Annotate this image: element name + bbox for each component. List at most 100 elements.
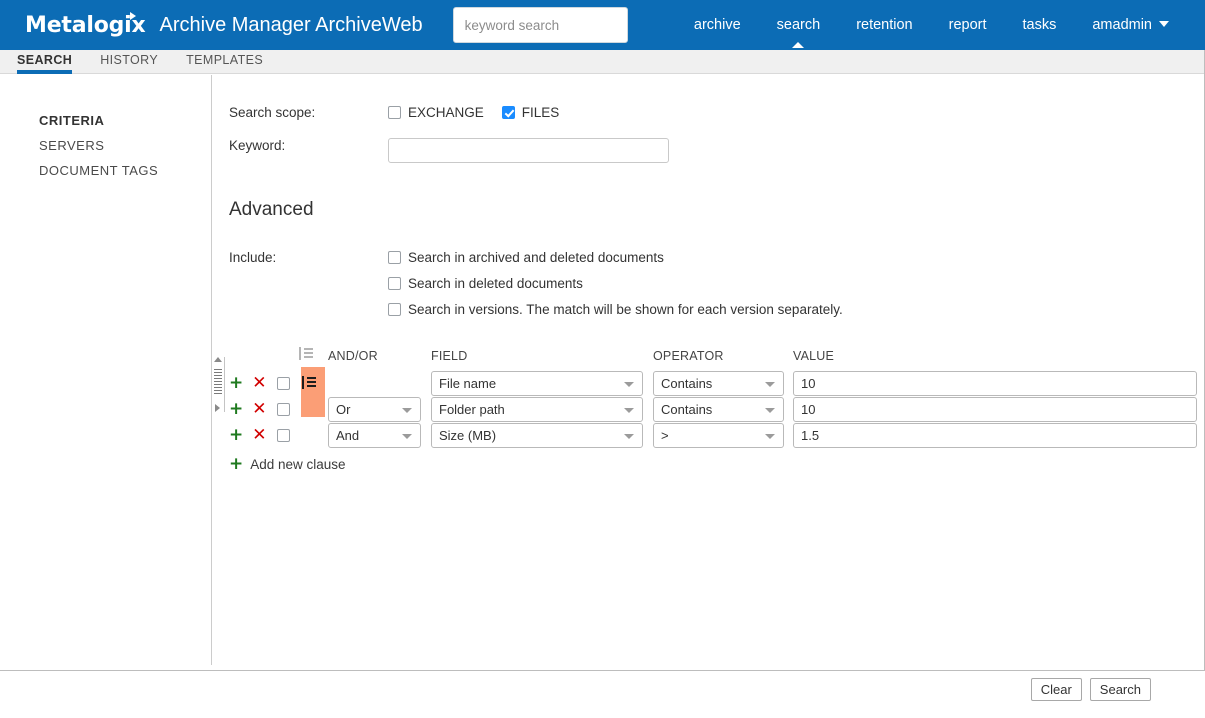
nav-item-tasks[interactable]: tasks: [1005, 0, 1075, 50]
operator-select-wrapper[interactable]: >: [653, 423, 784, 448]
checkbox-versions[interactable]: [388, 303, 401, 316]
row-select-cell: [277, 371, 299, 397]
operator-select[interactable]: Contains: [653, 371, 784, 396]
splitter-grip-icon[interactable]: [214, 369, 222, 395]
tab-search[interactable]: SEARCH: [0, 50, 86, 74]
user-menu-label: amadmin: [1092, 17, 1152, 33]
sidebar-item-document-tags[interactable]: DOCUMENT TAGS: [0, 158, 211, 183]
brand-logo-text: Metalogix: [25, 12, 146, 38]
collapse-up-icon[interactable]: [214, 357, 222, 362]
nav-item-retention[interactable]: retention: [838, 0, 930, 50]
nav-item-search[interactable]: search: [759, 0, 839, 50]
nav-item-archive[interactable]: archive: [676, 0, 759, 50]
row-operator-cell: Contains: [653, 371, 793, 397]
row-actions: + ✕: [229, 423, 277, 449]
table-row: + ✕ And Size (MB) > 1.5: [229, 423, 1197, 449]
footer-buttons: Clear Search: [1030, 678, 1151, 701]
row-value-cell: [793, 397, 1197, 423]
include-row: Include: Search in archived and deleted …: [212, 250, 1205, 317]
andor-select-wrapper[interactable]: Or: [328, 397, 421, 422]
field-select-wrapper[interactable]: Size (MB): [431, 423, 643, 448]
checkbox-archived-deleted-label: Search in archived and deleted documents: [408, 250, 664, 265]
clear-button[interactable]: Clear: [1030, 678, 1082, 701]
header-actions: [229, 347, 277, 371]
brand-logo[interactable]: Metalogix: [25, 11, 146, 38]
tab-history[interactable]: HISTORY: [86, 50, 172, 74]
include-option-deleted: Search in deleted documents: [388, 276, 843, 291]
row-operator-cell: >: [653, 423, 793, 449]
value-input[interactable]: [793, 397, 1197, 422]
row-checkbox[interactable]: [277, 402, 290, 416]
include-label: Include:: [229, 250, 277, 265]
x-icon[interactable]: ✕: [252, 374, 266, 392]
checkbox-exchange-label: EXCHANGE: [408, 105, 484, 120]
row-checkbox[interactable]: [277, 428, 290, 442]
include-options: Search in archived and deleted documents…: [388, 250, 843, 317]
row-actions: + ✕: [229, 397, 277, 423]
andor-select[interactable]: And: [328, 423, 421, 448]
main-content: Search scope: EXCHANGE FILES Keyword: Ad…: [212, 75, 1205, 670]
row-group-cell[interactable]: [299, 423, 328, 449]
header-field: FIELD: [431, 349, 468, 363]
field-select-wrapper[interactable]: File name: [431, 371, 643, 396]
row-field-cell: Size (MB): [431, 423, 653, 449]
app-title: Archive Manager ArchiveWeb: [159, 13, 423, 36]
value-input[interactable]: [793, 371, 1197, 396]
row-select-cell: [277, 397, 299, 423]
field-select-wrapper[interactable]: Folder path: [431, 397, 643, 422]
add-new-clause-label: Add new clause: [250, 457, 346, 472]
sidebar-item-criteria[interactable]: CRITERIA: [0, 108, 211, 133]
search-scope-row: Search scope: EXCHANGE FILES: [212, 105, 1205, 120]
andor-select[interactable]: Or: [328, 397, 421, 422]
header-value: VALUE: [793, 349, 835, 363]
expand-right-icon[interactable]: [215, 404, 220, 412]
field-select[interactable]: Size (MB): [431, 423, 643, 448]
header-select: [277, 347, 299, 371]
keyword-search-input[interactable]: [452, 7, 628, 43]
x-icon[interactable]: ✕: [252, 400, 266, 418]
plus-icon: +: [229, 454, 244, 474]
checkbox-archived-deleted[interactable]: [388, 251, 401, 264]
nav-item-report[interactable]: report: [931, 0, 1005, 50]
andor-select-wrapper[interactable]: And: [328, 423, 421, 448]
keyword-label: Keyword:: [229, 138, 286, 153]
tab-templates[interactable]: TEMPLATES: [172, 50, 277, 74]
row-andor-cell: And: [328, 423, 431, 449]
row-value-cell: [793, 371, 1197, 397]
operator-select-wrapper[interactable]: Contains: [653, 397, 784, 422]
header-andor: AND/OR: [328, 349, 378, 363]
field-select[interactable]: Folder path: [431, 397, 643, 422]
header-operator: OPERATOR: [653, 349, 724, 363]
search-button[interactable]: Search: [1089, 678, 1151, 701]
plus-icon[interactable]: +: [229, 374, 243, 392]
include-option-archived-deleted: Search in archived and deleted documents: [388, 250, 843, 265]
row-checkbox[interactable]: [277, 376, 290, 390]
group-bracket-icon: [299, 347, 313, 360]
chevron-down-icon: [1159, 21, 1169, 28]
user-menu[interactable]: amadmin: [1074, 0, 1187, 50]
operator-select[interactable]: Contains: [653, 397, 784, 422]
operator-select-wrapper[interactable]: Contains: [653, 371, 784, 396]
row-field-cell: Folder path: [431, 397, 653, 423]
checkbox-exchange[interactable]: [388, 106, 401, 119]
row-group-cell[interactable]: [299, 367, 328, 417]
row-value-cell: [793, 423, 1197, 449]
group-bracket-icon[interactable]: [302, 375, 316, 389]
row-group-cell[interactable]: [299, 397, 328, 423]
checkbox-deleted[interactable]: [388, 277, 401, 290]
add-new-clause-button[interactable]: + Add new clause: [229, 456, 1205, 473]
plus-icon[interactable]: +: [229, 426, 243, 444]
sidebar-item-servers[interactable]: SERVERS: [0, 133, 211, 158]
top-navigation: archive search retention report tasks am…: [676, 0, 1205, 50]
tab-strip: SEARCH HISTORY TEMPLATES: [0, 50, 1205, 74]
plus-icon[interactable]: +: [229, 400, 243, 418]
value-input[interactable]: [793, 423, 1197, 448]
panel-splitter-handle[interactable]: [212, 357, 225, 412]
row-andor-cell: [328, 371, 431, 397]
checkbox-files[interactable]: [501, 106, 515, 119]
x-icon[interactable]: ✕: [252, 426, 266, 444]
operator-select[interactable]: >: [653, 423, 784, 448]
row-andor-cell: Or: [328, 397, 431, 423]
keyword-input[interactable]: [388, 138, 669, 163]
field-select[interactable]: File name: [431, 371, 643, 396]
